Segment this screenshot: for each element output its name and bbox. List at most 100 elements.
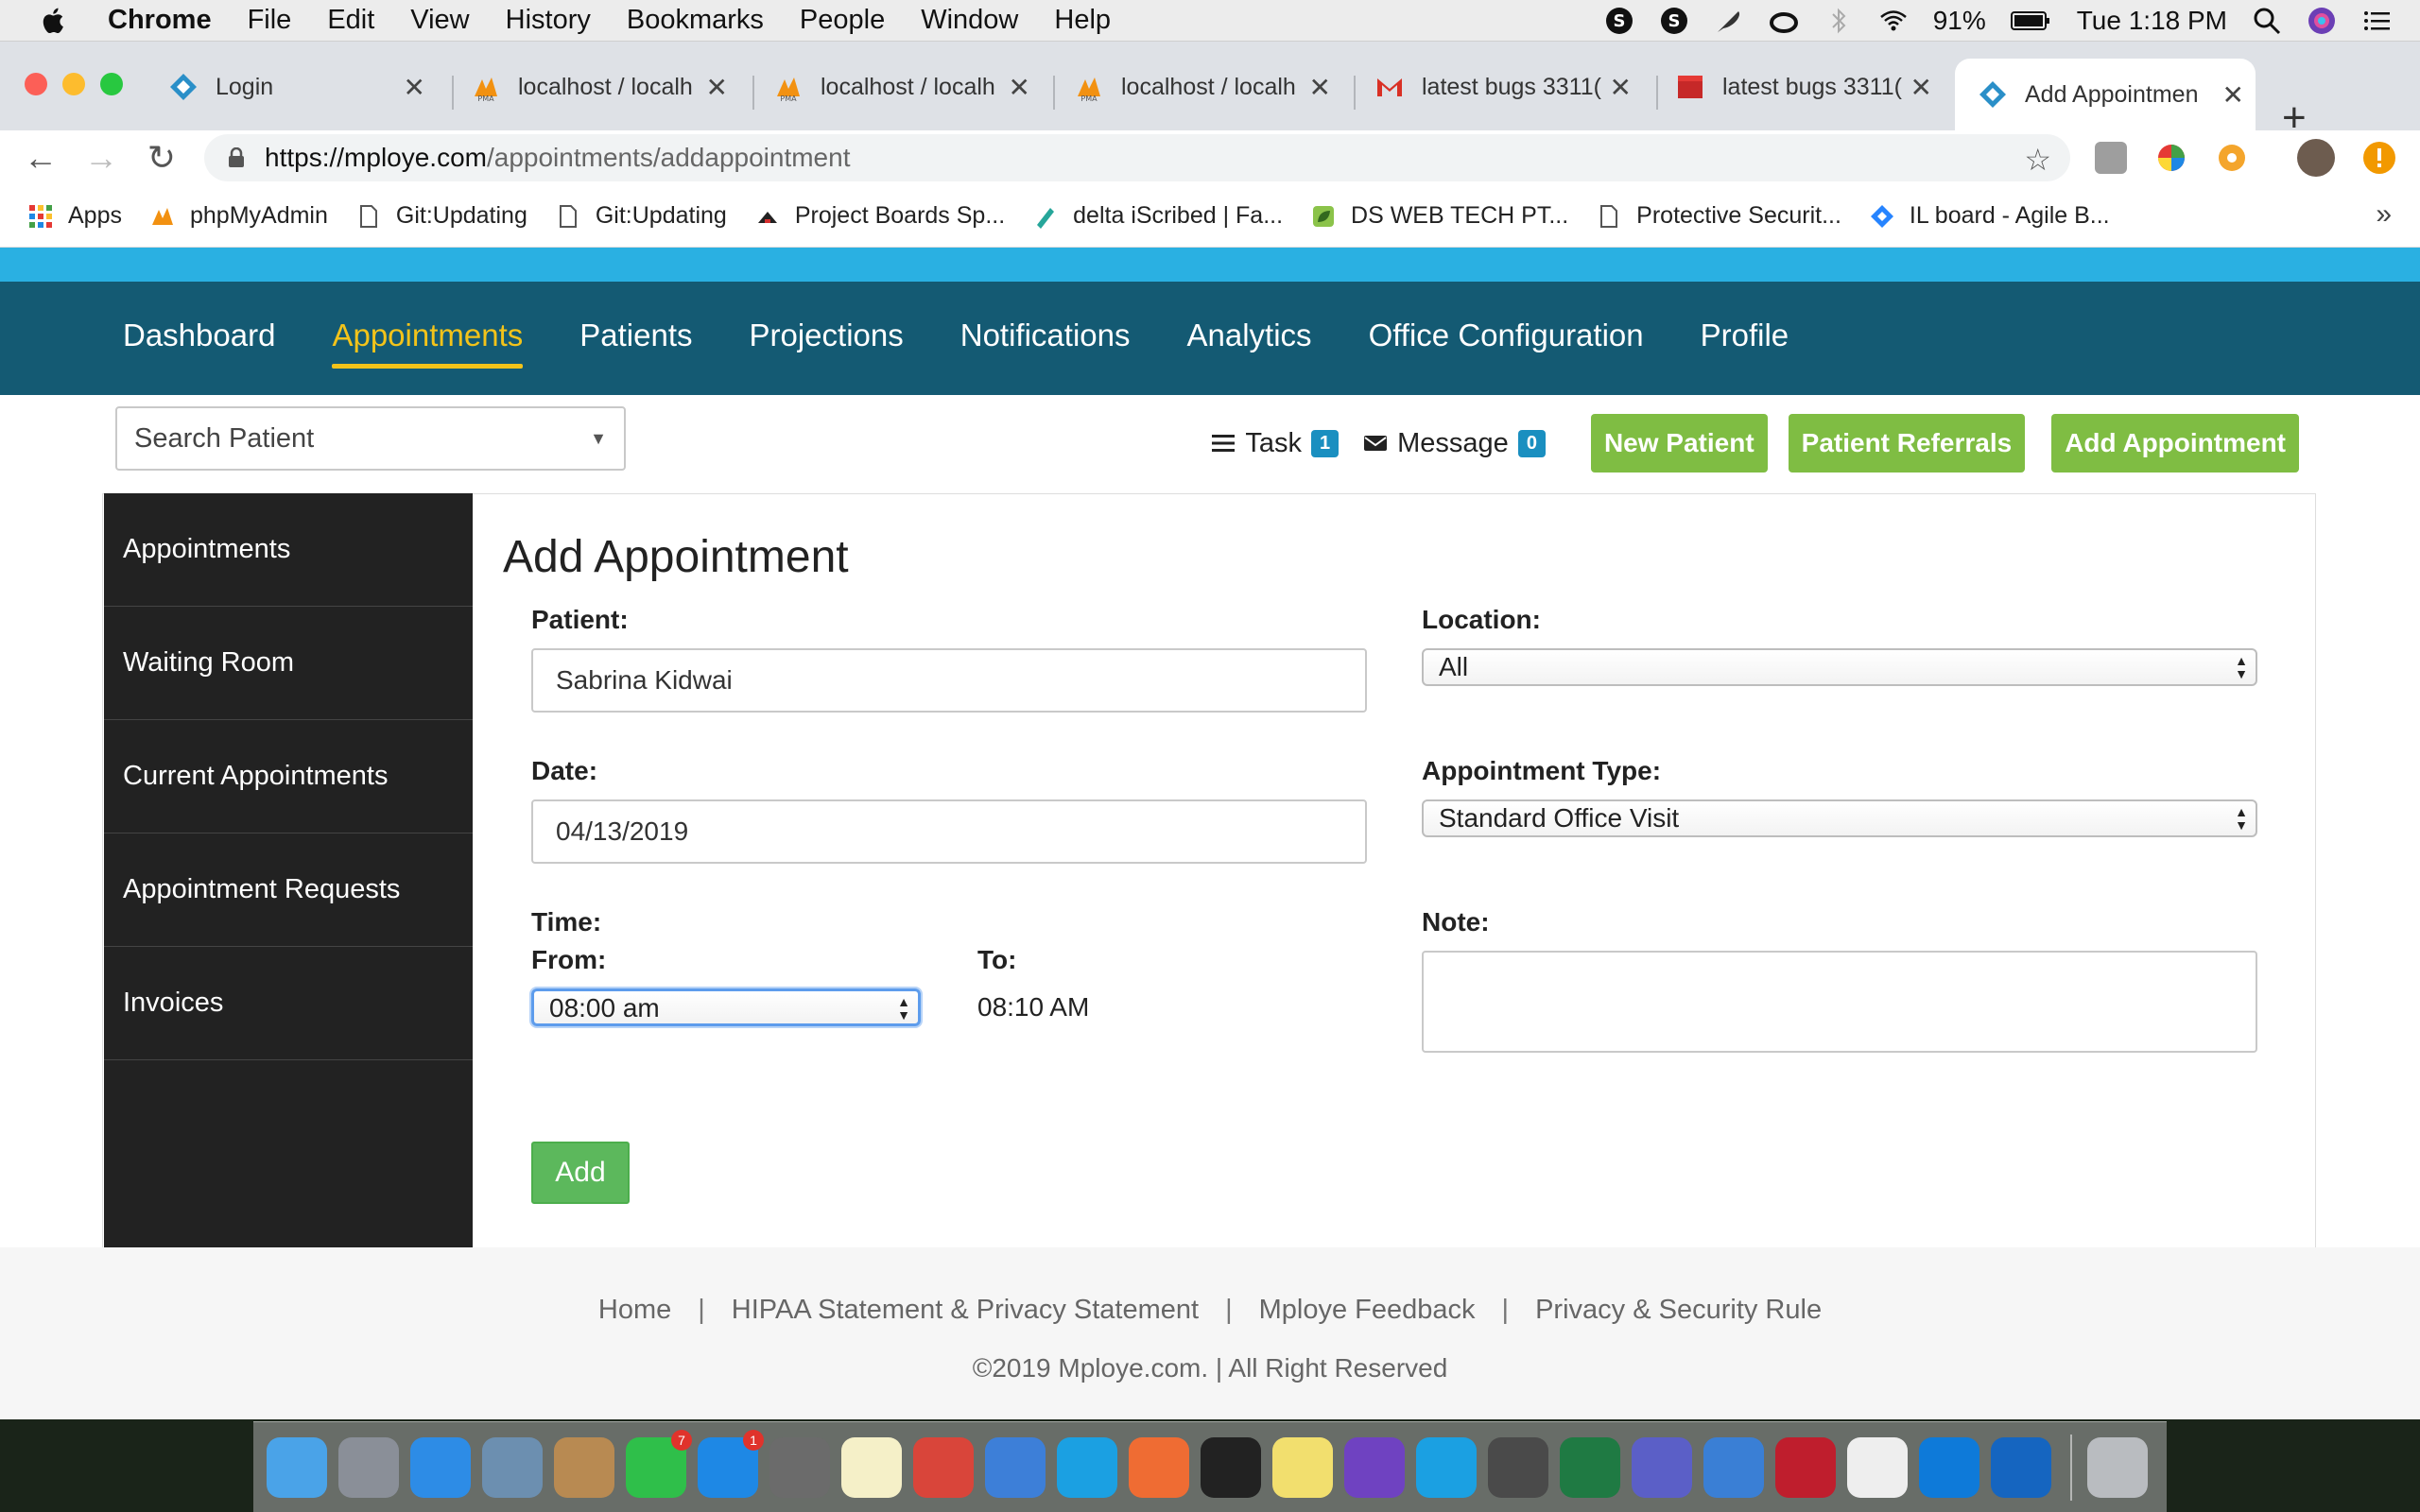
patient-field[interactable]: Sabrina Kidwai [531, 648, 1367, 713]
window-minimize-button[interactable] [62, 73, 85, 95]
github-desktop-icon[interactable] [1344, 1436, 1405, 1498]
update-alert-icon[interactable] [2361, 140, 2397, 176]
close-tab-icon[interactable]: ✕ [2222, 79, 2244, 111]
close-tab-icon[interactable]: ✕ [1009, 72, 1030, 103]
nav-notifications[interactable]: Notifications [960, 318, 1131, 359]
system-preferences-icon[interactable] [769, 1436, 830, 1498]
browser-tab-gmail[interactable]: latest bugs 3311( ✕ [1374, 59, 1643, 115]
nav-analytics[interactable]: Analytics [1187, 318, 1312, 359]
grammarly-extension-icon[interactable] [2095, 142, 2127, 174]
browser-tab-phpmyadmin[interactable]: PMA localhost / localh ✕ [1074, 59, 1342, 115]
close-tab-icon[interactable]: ✕ [1910, 72, 1932, 103]
battery-icon[interactable] [2010, 6, 2052, 36]
appointment-type-select[interactable]: Standard Office Visit ▲ ▼ [1422, 799, 2257, 837]
sidebar-item-current-appointments[interactable]: Current Appointments [104, 720, 473, 833]
close-tab-icon[interactable]: ✕ [1610, 72, 1632, 103]
filezilla-icon[interactable] [1775, 1436, 1836, 1498]
bookmark-item[interactable]: Apps [28, 202, 122, 230]
color-picker-extension-icon[interactable] [2155, 142, 2187, 174]
notes-icon[interactable] [841, 1436, 902, 1498]
date-field[interactable]: 04/13/2019 [531, 799, 1367, 864]
terminal-icon[interactable] [1201, 1436, 1261, 1498]
contacts-icon[interactable] [554, 1436, 614, 1498]
new-patient-button[interactable]: New Patient [1590, 414, 1768, 472]
teamviewer-icon[interactable] [1919, 1436, 1979, 1498]
browser-tab-login[interactable]: Login ✕ [168, 59, 437, 115]
search-patient-select[interactable]: Search Patient ▼ [115, 406, 626, 471]
postman-icon[interactable] [1129, 1436, 1189, 1498]
feather-icon[interactable] [1714, 6, 1744, 36]
lock-icon[interactable] [227, 147, 246, 168]
outlook-icon[interactable] [1991, 1436, 2051, 1498]
close-tab-icon[interactable]: ✕ [404, 72, 425, 103]
browser-tab-bugs[interactable]: latest bugs 3311( ✕ [1675, 59, 1944, 115]
chrome-icon[interactable] [913, 1436, 974, 1498]
wifi-icon[interactable] [1878, 6, 1909, 36]
menubar-app-name[interactable]: Chrome [108, 5, 212, 36]
xcode-icon[interactable] [985, 1436, 1046, 1498]
message-link[interactable]: Message 0 [1363, 428, 1546, 459]
new-tab-button[interactable]: + [2282, 97, 2307, 139]
app-store-icon[interactable]: 1 [698, 1429, 764, 1498]
menubar-people[interactable]: People [800, 5, 885, 36]
palette-extension-icon[interactable] [2216, 142, 2248, 174]
excel-icon[interactable] [1560, 1436, 1620, 1498]
window-close-button[interactable] [25, 73, 47, 95]
reload-icon[interactable]: ↻ [142, 138, 182, 178]
whatsapp-icon[interactable]: 7 [626, 1429, 692, 1498]
location-select[interactable]: All ▲ ▼ [1422, 648, 2257, 686]
browser-tab-phpmyadmin[interactable]: PMA localhost / localh ✕ [471, 59, 739, 115]
nav-office-configuration[interactable]: Office Configuration [1369, 318, 1644, 359]
footer-link-home[interactable]: Home [598, 1295, 671, 1325]
close-tab-icon[interactable]: ✕ [1309, 72, 1331, 103]
add-button[interactable]: Add [531, 1142, 630, 1204]
menubar-clock[interactable]: Tue 1:18 PM [2077, 6, 2227, 36]
menubar-file[interactable]: File [248, 5, 292, 36]
bookmark-item[interactable]: Git:Updating [356, 202, 527, 230]
skype-status-icon[interactable]: S [1604, 6, 1634, 36]
browser-tab-phpmyadmin[interactable]: PMA localhost / localh ✕ [773, 59, 1042, 115]
menubar-view[interactable]: View [410, 5, 469, 36]
close-tab-icon[interactable]: ✕ [706, 72, 728, 103]
from-time-select[interactable]: 08:00 am ▲ ▼ [531, 988, 921, 1026]
bookmark-star-icon[interactable]: ☆ [2024, 142, 2051, 178]
note-textarea[interactable] [1422, 951, 2257, 1053]
stickies-icon[interactable] [1272, 1436, 1333, 1498]
task-link[interactable]: Task 1 [1211, 428, 1340, 459]
safari-icon[interactable] [410, 1436, 471, 1498]
bookmark-item[interactable]: IL board - Agile B... [1870, 202, 2110, 230]
nav-projections[interactable]: Projections [750, 318, 904, 359]
bookmarks-overflow-icon[interactable]: » [2376, 198, 2392, 231]
bookmark-item[interactable]: Protective Securit... [1597, 202, 1841, 230]
forward-arrow-icon[interactable]: → [81, 138, 121, 178]
mail-icon[interactable] [1703, 1436, 1764, 1498]
sidebar-item-appointments[interactable]: Appointments [104, 493, 473, 607]
creative-cloud-icon[interactable] [1769, 6, 1799, 36]
nav-appointments[interactable]: Appointments [332, 318, 523, 369]
trash-icon[interactable] [2087, 1436, 2148, 1498]
bookmark-item[interactable]: delta iScribed | Fa... [1033, 202, 1283, 230]
launchpad-icon[interactable] [338, 1436, 399, 1498]
bookmark-item[interactable]: phpMyAdmin [150, 202, 328, 230]
skype-icon[interactable] [1416, 1436, 1477, 1498]
skype-icon[interactable] [1057, 1436, 1117, 1498]
menubar-window[interactable]: Window [921, 5, 1018, 36]
bookmark-item[interactable]: Project Boards Sp... [755, 202, 1005, 230]
spotlight-search-icon[interactable] [2252, 6, 2282, 36]
sidebar-item-invoices[interactable]: Invoices [104, 947, 473, 1060]
add-appointment-button[interactable]: Add Appointment [2051, 414, 2299, 472]
sidebar-item-appointment-requests[interactable]: Appointment Requests [104, 833, 473, 947]
footer-link-hipaa[interactable]: HIPAA Statement & Privacy Statement [732, 1295, 1199, 1325]
window-zoom-button[interactable] [100, 73, 123, 95]
teams-icon[interactable] [1632, 1436, 1692, 1498]
address-bar[interactable]: https://mploye.com/appointments/addappoi… [204, 134, 2070, 181]
apple-icon[interactable] [38, 5, 70, 37]
bookmark-item[interactable]: Git:Updating [556, 202, 727, 230]
nav-dashboard[interactable]: Dashboard [123, 318, 275, 359]
finder-icon[interactable] [267, 1436, 327, 1498]
nav-profile[interactable]: Profile [1701, 318, 1789, 359]
nav-patients[interactable]: Patients [579, 318, 692, 359]
footer-link-privacy-security[interactable]: Privacy & Security Rule [1535, 1295, 1822, 1325]
back-arrow-icon[interactable]: ← [21, 138, 60, 178]
browser-tab-add-appointment[interactable]: Add Appointmen ✕ [1955, 59, 2256, 130]
